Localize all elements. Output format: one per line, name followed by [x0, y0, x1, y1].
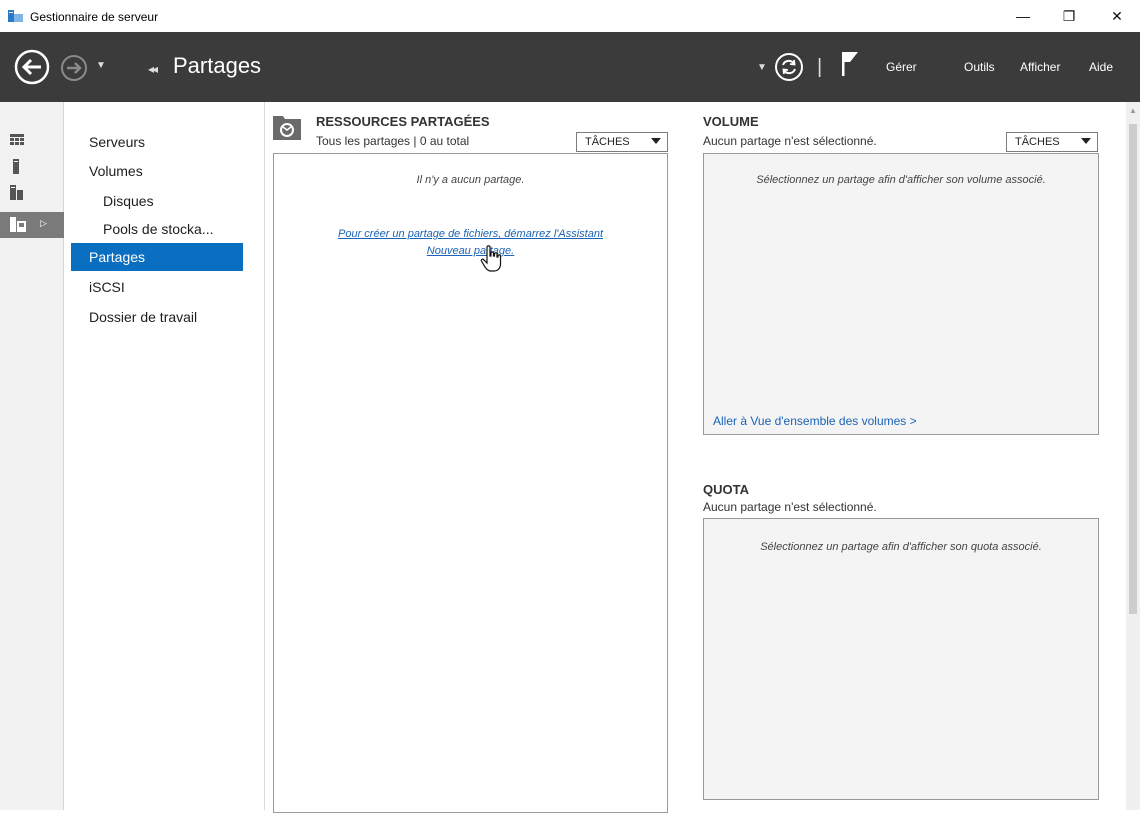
shares-title: RESSOURCES PARTAGÉES [316, 114, 490, 129]
menu-outils[interactable]: Outils [964, 60, 995, 74]
volume-subtitle: Aucun partage n'est sélectionné. [703, 134, 877, 148]
wizard-link-line2[interactable]: Nouveau partage. [273, 243, 668, 260]
sidebar-item-dossier-travail[interactable]: Dossier de travail [71, 303, 243, 331]
shares-tasks-label: TÂCHES [585, 136, 630, 148]
server-manager-icon [8, 10, 23, 22]
volume-title: VOLUME [703, 114, 759, 129]
icon-rail: ▷ [0, 102, 64, 810]
restore-button[interactable]: ❐ [1046, 0, 1092, 32]
all-servers-icon [10, 185, 23, 200]
quota-subtitle: Aucun partage n'est sélectionné. [703, 500, 877, 514]
refresh-dropdown-icon[interactable]: ▼ [757, 62, 767, 73]
notifications-flag-icon[interactable] [840, 51, 860, 77]
breadcrumb-arrows: ◂◂ [148, 62, 158, 76]
sidebar-item-volumes[interactable]: Volumes [71, 157, 243, 185]
rail-all-servers[interactable] [0, 180, 64, 206]
wizard-link-line1[interactable]: Pour créer un partage de fichiers, démar… [273, 226, 668, 243]
sidebar: Serveurs Volumes Disques Pools de stocka… [65, 102, 265, 810]
shares-subtitle: Tous les partages | 0 au total [316, 134, 470, 148]
refresh-icon[interactable] [774, 52, 804, 82]
shares-tasks-button[interactable]: TÂCHES [576, 132, 668, 152]
volume-message: Sélectionnez un partage afin d'afficher … [756, 174, 1046, 186]
menu-aide[interactable]: Aide [1089, 60, 1113, 74]
file-storage-icon [10, 217, 26, 232]
volumes-overview-link[interactable]: Aller à Vue d'ensemble des volumes > [713, 414, 917, 428]
quota-box [703, 518, 1099, 800]
volume-tasks-button[interactable]: TÂCHES [1006, 132, 1098, 152]
back-arrow-icon[interactable] [14, 49, 50, 85]
volume-tasks-label: TÂCHES [1015, 136, 1060, 148]
minimize-button[interactable]: — [1000, 0, 1046, 32]
expand-caret-icon: ▷ [40, 218, 47, 228]
page-title: Partages [173, 53, 262, 78]
vertical-scrollbar[interactable]: ▲ [1126, 102, 1140, 810]
sidebar-item-partages[interactable]: Partages [71, 243, 243, 271]
header-bar: ▼ ◂◂ Partages ▼ | Gérer Outils Afficher … [0, 32, 1140, 102]
sidebar-item-pools[interactable]: Pools de stocka... [71, 215, 243, 243]
sidebar-item-serveurs[interactable]: Serveurs [71, 128, 243, 156]
chevron-down-icon [1081, 138, 1091, 144]
rail-dashboard[interactable] [0, 128, 64, 154]
title-bar: Gestionnaire de serveur — ❐ ✕ [0, 0, 1140, 32]
menu-gerer[interactable]: Gérer [886, 60, 917, 74]
hand-cursor-icon [480, 245, 502, 272]
menu-afficher[interactable]: Afficher [1020, 60, 1060, 74]
sidebar-item-iscsi[interactable]: iSCSI [71, 273, 243, 301]
local-server-icon [13, 159, 19, 174]
quota-message: Sélectionnez un partage afin d'afficher … [760, 541, 1042, 553]
rail-file-storage[interactable]: ▷ [0, 212, 64, 238]
header-separator: | [817, 56, 823, 78]
shares-folder-icon [273, 116, 301, 140]
rail-local-server[interactable] [0, 154, 64, 180]
new-share-wizard-link[interactable]: Pour créer un partage de fichiers, démar… [273, 226, 668, 260]
forward-arrow-icon[interactable] [60, 54, 88, 82]
shares-empty-message: Il n'y a aucun partage. [416, 174, 525, 186]
sidebar-item-disques[interactable]: Disques [71, 187, 243, 215]
scroll-up-icon[interactable]: ▲ [1129, 106, 1137, 115]
history-dropdown-icon[interactable]: ▼ [96, 60, 106, 71]
volume-box [703, 153, 1099, 435]
quota-title: QUOTA [703, 482, 749, 497]
close-button[interactable]: ✕ [1094, 0, 1140, 32]
scroll-thumb[interactable] [1129, 124, 1137, 614]
dashboard-icon [10, 134, 24, 145]
chevron-down-icon [651, 138, 661, 144]
window-title: Gestionnaire de serveur [30, 10, 159, 24]
